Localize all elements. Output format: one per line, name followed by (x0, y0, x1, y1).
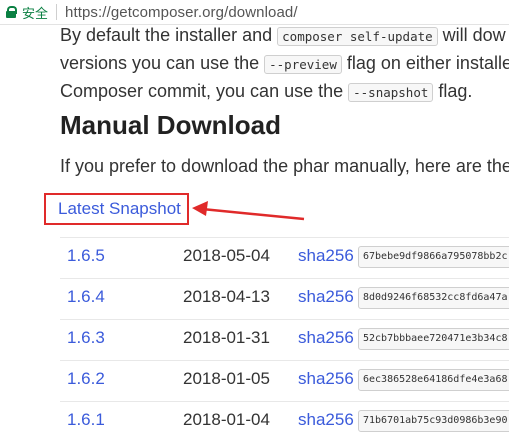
version-link[interactable]: 1.6.2 (67, 369, 105, 389)
releases-table: 1.6.5 2018-05-04 sha256 67bebe9df9866a79… (60, 237, 509, 442)
lock-icon (6, 6, 17, 18)
code-self-update: composer self-update (277, 27, 438, 46)
version-link[interactable]: 1.6.1 (67, 410, 105, 430)
hash-value: 6ec386528e64186dfe4e3a68 (358, 369, 509, 391)
intro-line-2: versions you can use the --preview flag … (60, 50, 509, 78)
sha256-link[interactable]: sha256 (298, 246, 354, 266)
address-divider (56, 4, 58, 20)
version-link[interactable]: 1.6.5 (67, 246, 105, 266)
hash-value: 8d0d9246f68532cc8fd6a47a (358, 287, 509, 309)
download-intro-text: If you prefer to download the phar manua… (60, 156, 509, 176)
code-preview: --preview (264, 55, 342, 74)
sha256-link[interactable]: sha256 (298, 287, 354, 307)
table-row: 1.6.1 2018-01-04 sha256 71b6701ab75c93d0… (60, 401, 509, 442)
version-link[interactable]: 1.6.4 (67, 287, 105, 307)
hash-value: 52cb7bbbaee720471e3b34c8 (358, 328, 509, 350)
page-content: By default the installer and composer se… (0, 24, 509, 448)
release-date: 2018-01-04 (183, 410, 270, 429)
address-bar[interactable]: 安全 https://getcomposer.org/download/ (0, 0, 509, 25)
release-date: 2018-01-31 (183, 328, 270, 347)
hash-value: 71b6701ab75c93d0986b3e90 (358, 410, 509, 432)
intro-paragraph: By default the installer and composer se… (60, 24, 509, 106)
code-snapshot: --snapshot (348, 83, 434, 102)
secure-label: 安全 (22, 5, 49, 21)
intro-line-3: Composer commit, you can use the --snaps… (60, 78, 509, 106)
release-date: 2018-04-13 (183, 287, 270, 306)
sha256-link[interactable]: sha256 (298, 410, 354, 430)
release-date: 2018-05-04 (183, 246, 270, 265)
sha256-link[interactable]: sha256 (298, 369, 354, 389)
release-date: 2018-01-05 (183, 369, 270, 388)
hash-value: 67bebe9df9866a795078bb2c (358, 246, 509, 268)
table-row: 1.6.2 2018-01-05 sha256 6ec386528e64186d… (60, 360, 509, 401)
sha256-link[interactable]: sha256 (298, 328, 354, 348)
intro-text: versions you can use the (60, 53, 265, 73)
annotation-arrow-icon (192, 201, 305, 221)
url-text[interactable]: https://getcomposer.org/download/ (65, 4, 298, 21)
table-row: 1.6.3 2018-01-31 sha256 52cb7bbbaee72047… (60, 319, 509, 360)
page-heading: Manual Download (60, 110, 281, 140)
table-row: 1.6.4 2018-04-13 sha256 8d0d9246f68532cc… (60, 278, 509, 319)
intro-text: Composer commit, you can use the (60, 81, 349, 101)
version-link[interactable]: 1.6.3 (67, 328, 105, 348)
latest-snapshot-link[interactable]: Latest Snapshot (58, 199, 181, 219)
table-row: 1.6.5 2018-05-04 sha256 67bebe9df9866a79… (60, 237, 509, 278)
intro-text: flag. (433, 81, 473, 101)
intro-text: will dow (437, 25, 506, 45)
intro-text: flag on either installer (341, 53, 509, 73)
intro-line-1: By default the installer and composer se… (60, 24, 509, 50)
intro-text: By default the installer and (60, 25, 278, 45)
